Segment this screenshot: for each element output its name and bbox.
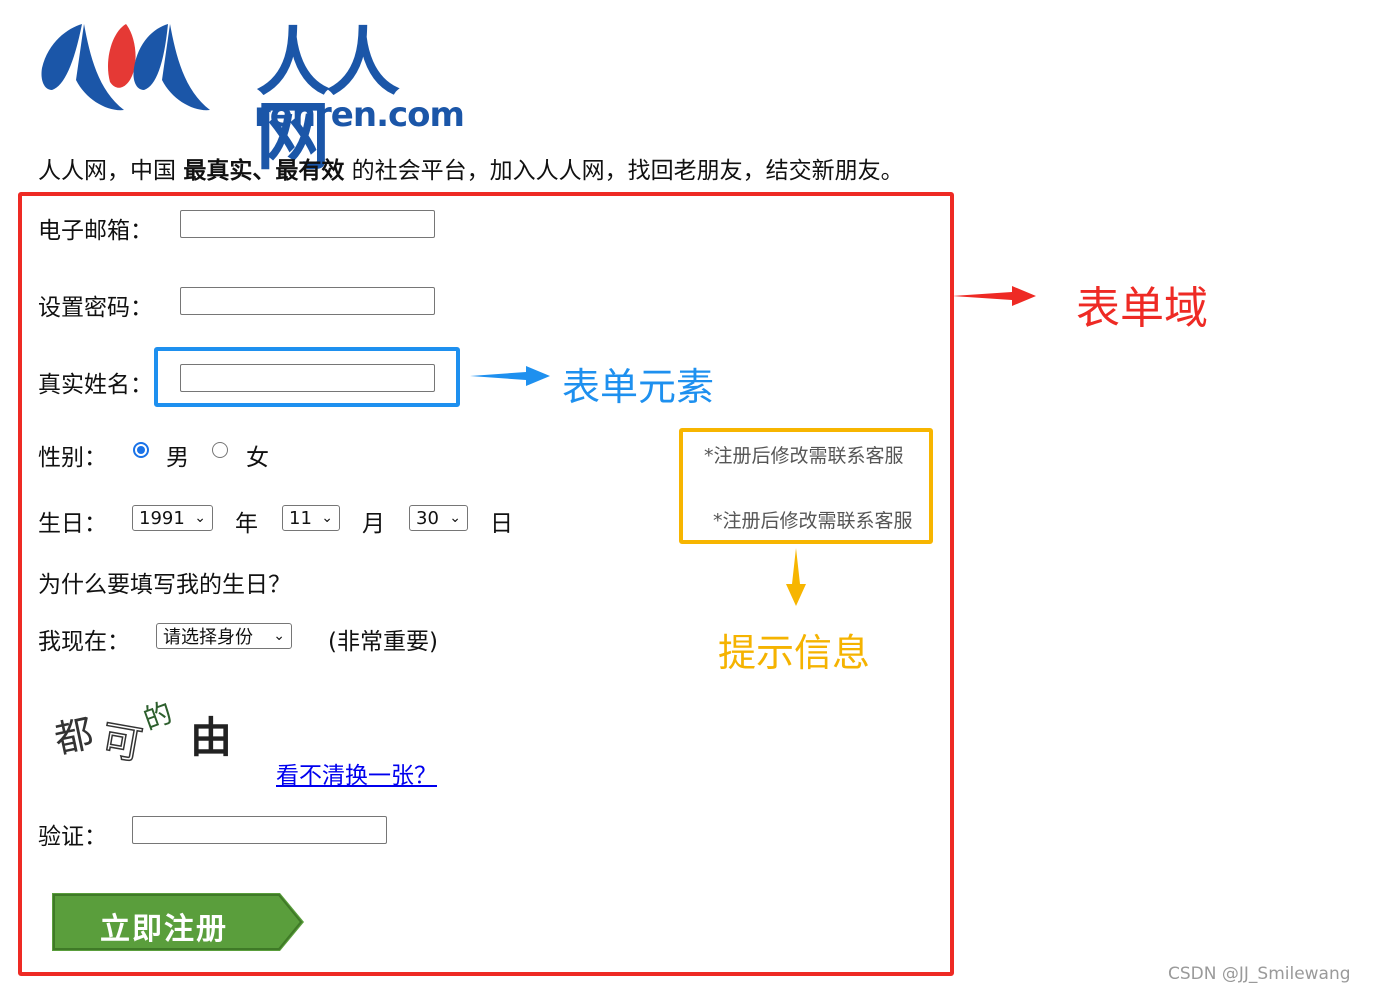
status-note: (非常重要) <box>328 629 438 655</box>
logo-english-text: renren.com <box>254 95 465 135</box>
gender-female-label: 女 <box>246 445 269 471</box>
intro-part-2: 的社会平台，加入人人网，找回老朋友，结交新朋友。 <box>351 158 904 184</box>
arrow-right-red-icon <box>952 286 1036 306</box>
month-select[interactable]: 11 ⌄ <box>282 505 340 531</box>
status-select[interactable]: 请选择身份 ⌄ <box>156 623 292 649</box>
annotation-hint-info: 提示信息 <box>718 631 871 675</box>
register-button-label: 立即注册 <box>100 912 228 947</box>
captcha-char-2: 可 <box>98 717 145 769</box>
month-value: 11 <box>289 507 312 529</box>
realname-label: 真实姓名： <box>38 372 153 398</box>
email-label: 电子邮箱： <box>38 218 153 244</box>
intro-text: 人人网，中国 最真实、最有效 的社会平台，加入人人网，找回老朋友，结交新朋友。 <box>38 151 904 185</box>
day-select[interactable]: 30 ⌄ <box>409 505 468 531</box>
intro-bold: 最真实、最有效 <box>183 158 345 184</box>
renren-logo: 人人网 renren.com <box>38 16 465 174</box>
hint-line-2: *注册后修改需联系客服 <box>713 510 913 532</box>
chevron-down-icon: ⌄ <box>273 628 285 644</box>
captcha-image: 都 可 的 由 <box>52 696 232 770</box>
annotation-form-element: 表单元素 <box>562 365 715 409</box>
month-unit: 月 <box>362 511 385 537</box>
renren-logo-mark-icon <box>41 24 210 111</box>
arrow-right-blue-icon <box>470 366 550 386</box>
gender-label: 性别： <box>38 445 107 471</box>
chevron-down-icon: ⌄ <box>449 510 461 526</box>
watermark-text: CSDN @JJ_Smilewang <box>1168 964 1351 984</box>
captcha-char-3: 的 <box>139 696 177 737</box>
hint-line-1: *注册后修改需联系客服 <box>704 445 904 467</box>
year-select[interactable]: 1991 ⌄ <box>132 505 213 531</box>
day-unit: 日 <box>490 511 513 537</box>
password-field[interactable] <box>180 287 435 315</box>
captcha-refresh-link[interactable]: 看不清换一张？ <box>276 756 437 790</box>
password-label: 设置密码： <box>38 295 153 321</box>
chevron-down-icon: ⌄ <box>321 510 333 526</box>
why-birthday-text: 为什么要填写我的生日？ <box>38 572 291 598</box>
gender-female-radio[interactable] <box>212 442 228 458</box>
email-field[interactable] <box>180 210 435 238</box>
birthday-label: 生日： <box>38 511 107 537</box>
chevron-down-icon: ⌄ <box>194 510 206 526</box>
arrow-down-yellow-icon <box>786 548 806 606</box>
gender-male-radio[interactable] <box>133 442 149 458</box>
status-label: 我现在： <box>38 629 130 655</box>
status-value: 请选择身份 <box>163 627 253 648</box>
annotation-form-domain: 表单域 <box>1076 283 1208 334</box>
verify-label: 验证： <box>38 824 107 850</box>
captcha-char-1: 都 <box>52 711 97 762</box>
day-value: 30 <box>416 507 439 529</box>
intro-part-1: 人人网，中国 <box>38 158 176 184</box>
year-value: 1991 <box>139 507 185 529</box>
captcha-char-4: 由 <box>190 713 232 762</box>
realname-field[interactable] <box>180 364 435 392</box>
year-unit: 年 <box>235 511 258 537</box>
gender-male-label: 男 <box>166 445 189 471</box>
verify-field[interactable] <box>132 816 387 844</box>
